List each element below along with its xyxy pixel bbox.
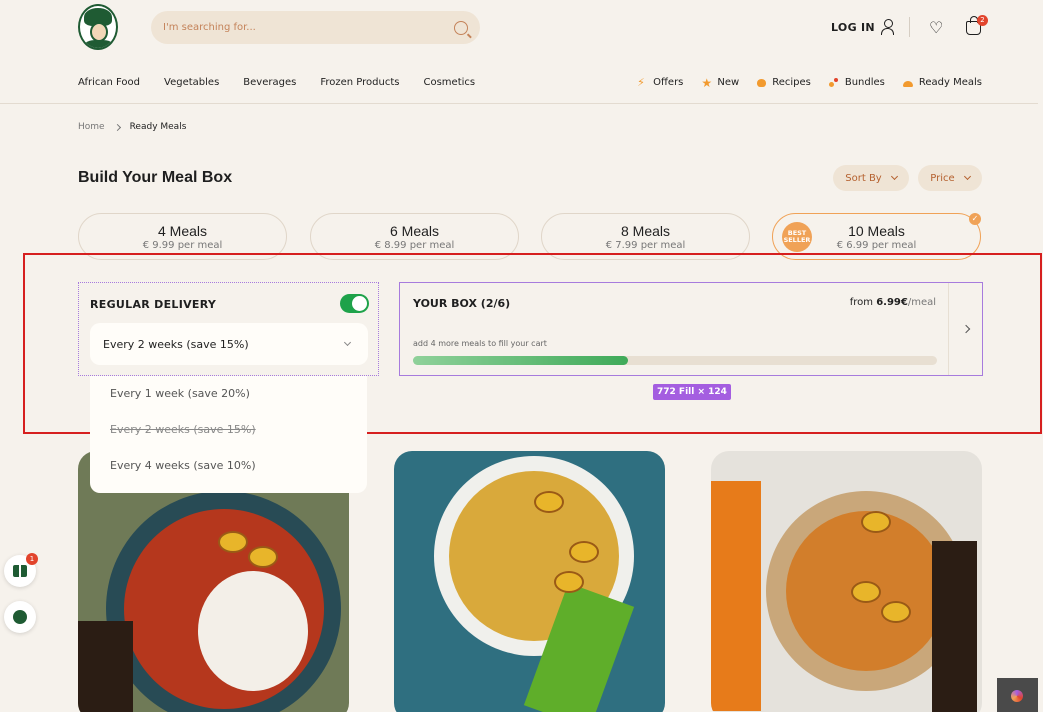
cart-count-badge: 2 [977, 15, 988, 26]
dimension-tag: 772 Fill × 124 [653, 384, 731, 400]
nav-bundles-label: Bundles [844, 77, 885, 88]
from-price-unit: /meal [907, 297, 936, 308]
chevron-right-icon [961, 324, 970, 334]
nav-new-label: New [717, 77, 740, 88]
regular-delivery-label: REGULAR DELIVERY [90, 298, 217, 311]
plan-title: 6 Meals [389, 223, 440, 239]
your-box-title: YOUR BOX (2/6) [413, 297, 511, 310]
delivery-frequency-menu: Every 1 week (save 20%) Every 2 weeks (s… [90, 376, 367, 493]
corner-widget[interactable] [997, 678, 1038, 712]
delivery-frequency-value: Every 2 weeks (save 15%) [103, 337, 249, 351]
nav-ready-meals-label: Ready Meals [918, 77, 982, 88]
your-box-panel[interactable]: YOUR BOX (2/6) from 6.99€/meal add 4 mor… [399, 282, 983, 376]
plan-price: € 7.99 per meal [605, 240, 686, 251]
best-seller-badge: BEST SELLER [782, 222, 812, 252]
nav-african-food[interactable]: African Food [78, 77, 140, 88]
login-button[interactable]: LOG IN [831, 19, 895, 35]
price-filter-dropdown[interactable]: Price [918, 165, 982, 191]
search-input[interactable] [163, 22, 454, 33]
recipe-icon [757, 78, 767, 87]
bundle-icon [828, 77, 839, 88]
check-icon: ✓ [969, 213, 981, 225]
nav-recipes[interactable]: Recipes [757, 77, 811, 88]
star-icon: ★ [701, 75, 713, 90]
whatsapp-button[interactable] [4, 601, 36, 633]
box-progress-bar [413, 356, 937, 365]
plan-price: € 8.99 per meal [374, 240, 455, 251]
regular-delivery-toggle[interactable] [340, 294, 369, 313]
breadcrumb-current: Ready Meals [129, 122, 187, 132]
nav-frozen-products[interactable]: Frozen Products [320, 77, 399, 88]
meal-card[interactable] [711, 451, 982, 712]
gift-count-badge: 1 [26, 553, 38, 565]
header-divider [909, 17, 910, 37]
nav-vegetables[interactable]: Vegetables [164, 77, 219, 88]
app-icon [1011, 690, 1023, 702]
box-next-button[interactable] [948, 283, 982, 375]
nav-divider [0, 103, 1038, 104]
plan-price: € 9.99 per meal [142, 240, 223, 251]
brand-logo[interactable] [78, 4, 118, 50]
search-icon[interactable] [454, 20, 468, 35]
chevron-right-icon [113, 123, 121, 131]
nav-offers-label: Offers [653, 77, 684, 88]
chevron-down-icon [343, 338, 352, 347]
frequency-option-4-weeks[interactable]: Every 4 weeks (save 10%) [90, 448, 367, 484]
nav-offers[interactable]: ⚡ Offers [637, 75, 684, 89]
login-label: LOG IN [831, 20, 875, 34]
whatsapp-icon [13, 610, 27, 624]
chevron-down-icon [890, 172, 898, 181]
chevron-down-icon [963, 172, 971, 181]
bolt-icon: ⚡ [637, 75, 645, 89]
nav-beverages[interactable]: Beverages [243, 77, 296, 88]
gift-icon [13, 565, 27, 577]
search-bar[interactable] [151, 11, 480, 44]
nav-new[interactable]: ★ New [701, 75, 740, 90]
nav-ready-meals[interactable]: Ready Meals [902, 77, 982, 88]
nav-recipes-label: Recipes [772, 77, 811, 88]
sort-by-dropdown[interactable]: Sort By [833, 165, 909, 191]
plan-title: 8 Meals [620, 223, 671, 239]
heart-icon[interactable]: ♡ [929, 20, 943, 36]
plan-title: 4 Meals [157, 223, 208, 239]
page-title: Build Your Meal Box [78, 169, 233, 186]
nav-bundles[interactable]: Bundles [828, 77, 885, 88]
user-icon [880, 19, 895, 35]
breadcrumb-home[interactable]: Home [78, 122, 105, 132]
regular-delivery-panel: REGULAR DELIVERY Every 2 weeks (save 15%… [78, 282, 379, 376]
delivery-frequency-select[interactable]: Every 2 weeks (save 15%) [90, 323, 368, 365]
box-fill-hint: add 4 more meals to fill your cart [413, 339, 547, 348]
breadcrumb: Home Ready Meals [78, 122, 186, 132]
from-prefix: from [849, 297, 873, 308]
nav-cosmetics[interactable]: Cosmetics [423, 77, 475, 88]
category-nav: African Food Vegetables Beverages Frozen… [78, 77, 475, 88]
meal-card[interactable] [394, 451, 665, 712]
from-price-value: 6.99€ [876, 297, 908, 308]
box-progress-fill [413, 356, 628, 365]
frequency-option-2-weeks[interactable]: Every 2 weeks (save 15%) [90, 412, 367, 448]
box-from-price: from 6.99€/meal [850, 297, 936, 308]
frequency-option-1-week[interactable]: Every 1 week (save 20%) [90, 376, 367, 412]
sort-by-label: Sort By [845, 172, 882, 184]
meal-icon [902, 80, 913, 87]
price-filter-label: Price [930, 172, 955, 184]
promo-nav: ⚡ Offers ★ New Recipes Bundles Ready Meals [637, 75, 982, 90]
